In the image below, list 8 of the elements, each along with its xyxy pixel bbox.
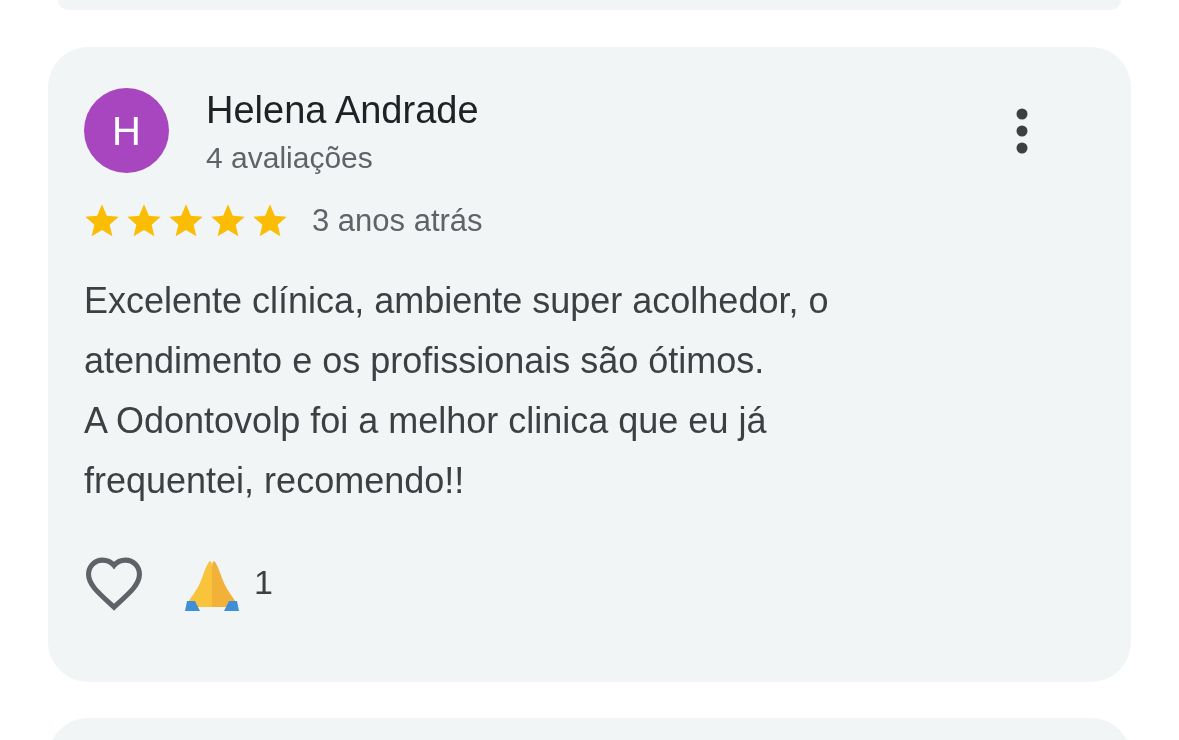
reaction-count: 1	[254, 562, 273, 603]
reviewer-name[interactable]: Helena Andrade	[206, 88, 479, 132]
review-count: 4 avaliações	[206, 140, 374, 176]
avatar: H	[84, 88, 169, 173]
more-icon	[1015, 108, 1029, 154]
review-text: Excelente clínica, ambiente super acolhedor, o atendimento e os profissionais são ótimos. A Odontovolp foi a melhor clinica que eu já frequentei, recomendo!!	[84, 278, 830, 503]
reaction-button[interactable]: 1	[184, 554, 273, 611]
review-time: 3 anos atrás	[312, 202, 483, 240]
